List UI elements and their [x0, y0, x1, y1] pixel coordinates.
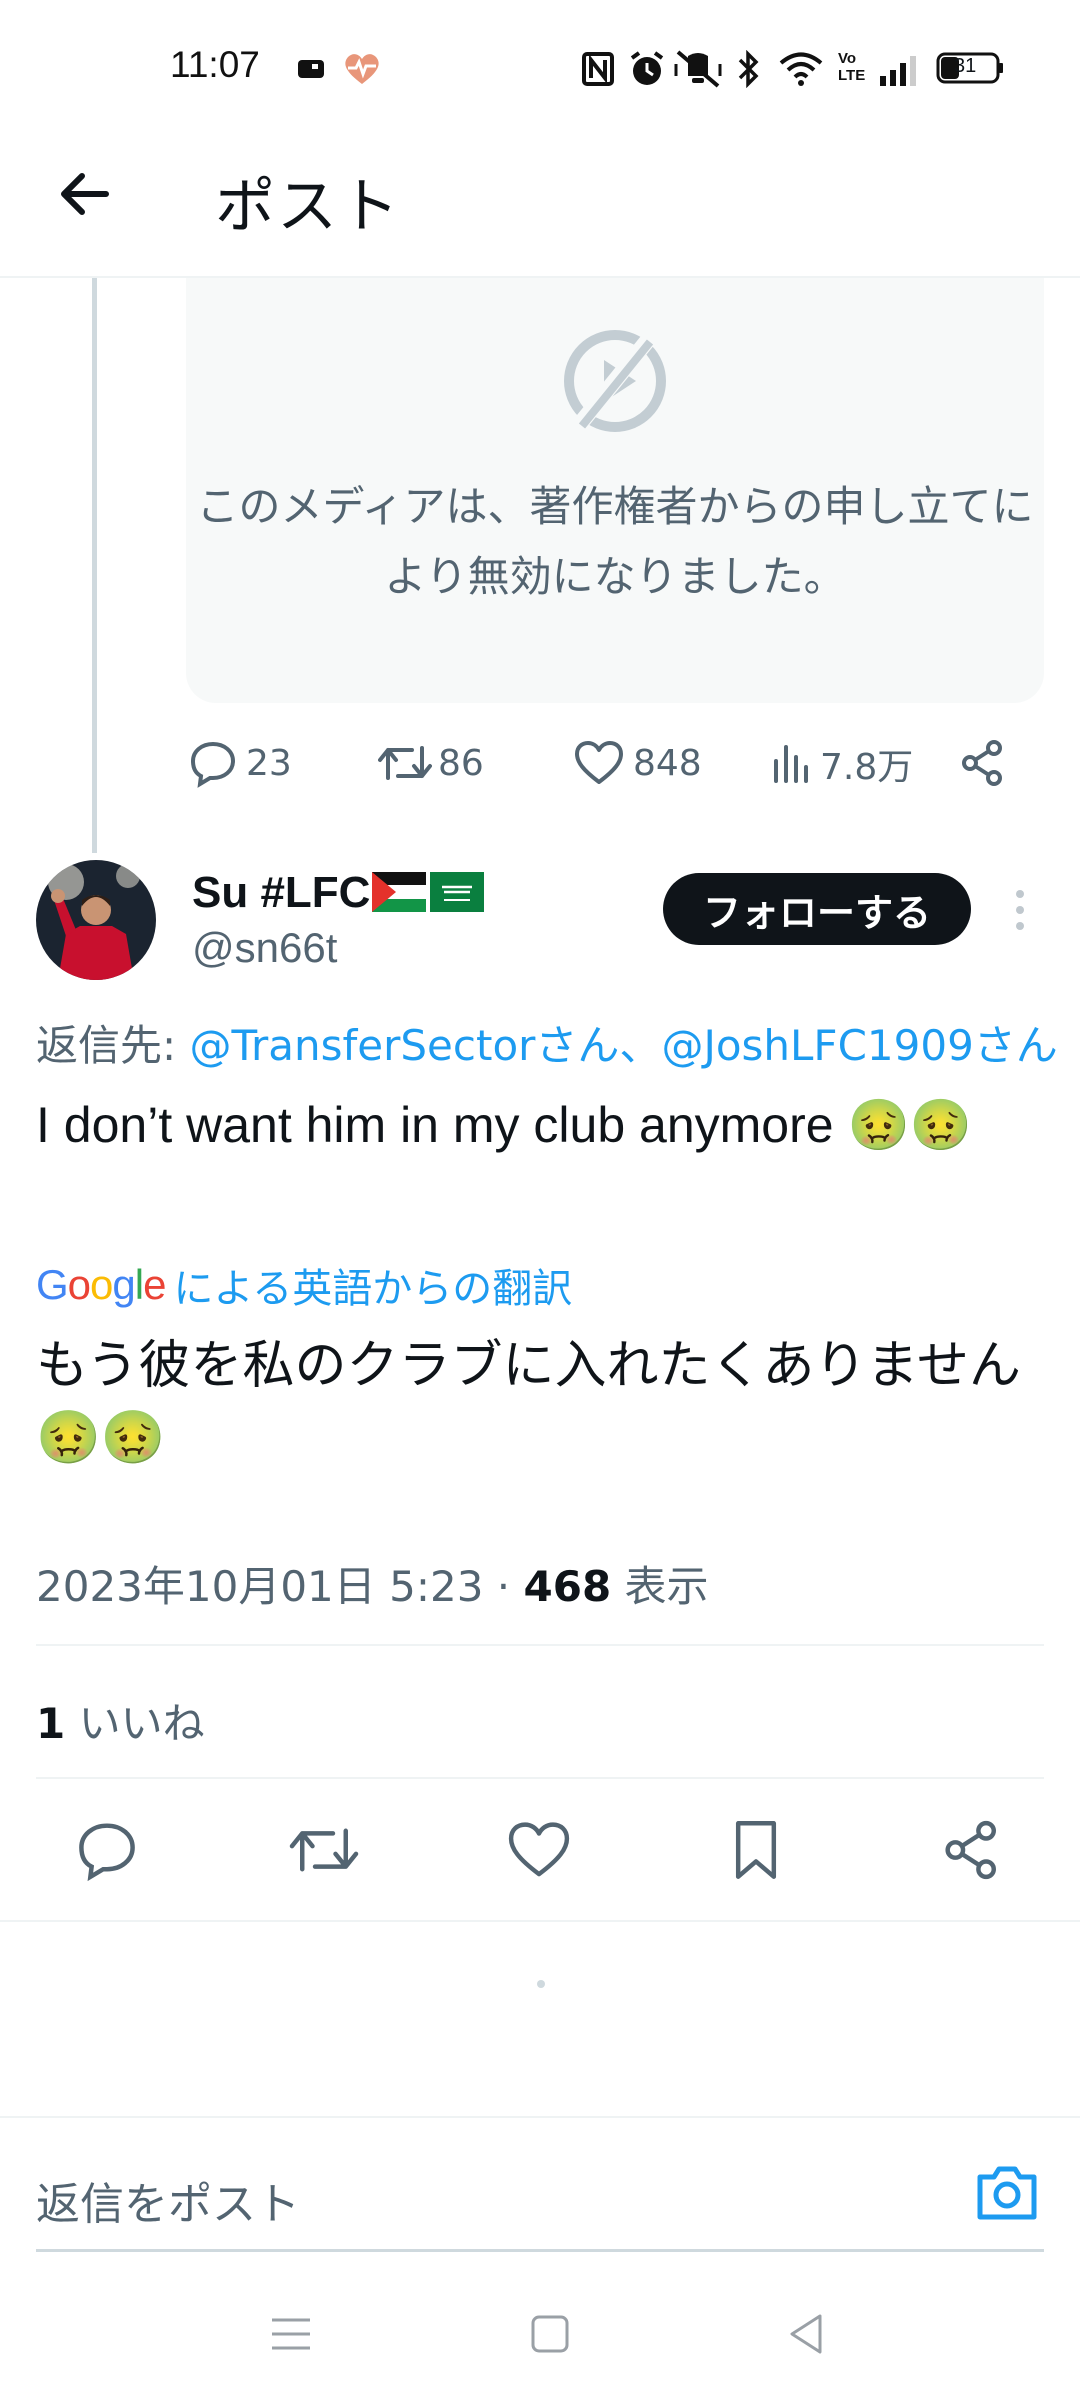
more-options-button[interactable]	[1010, 888, 1030, 932]
share-button-quoted[interactable]	[958, 738, 1008, 788]
saudi-flag-icon	[430, 872, 484, 912]
translation-label: による英語からの翻訳	[173, 1266, 573, 1312]
mention-link[interactable]: @JoshLFC1909さん	[661, 1021, 1057, 1070]
stat-retweets[interactable]: 86	[378, 738, 484, 788]
loading-indicator	[537, 1980, 545, 1988]
nav-menu-button[interactable]	[270, 2316, 312, 2352]
more-vertical-icon	[1016, 890, 1024, 930]
alarm-icon	[628, 50, 666, 88]
avatar[interactable]	[36, 860, 156, 980]
back-button[interactable]	[54, 164, 114, 224]
signal-icon	[878, 54, 918, 86]
likes-summary[interactable]: 1 いいね	[36, 1690, 205, 1751]
media-disabled-icon	[562, 328, 668, 434]
nav-back-button[interactable]	[786, 2312, 826, 2356]
share-button[interactable]	[940, 1818, 1004, 1882]
heart-icon	[508, 1822, 570, 1877]
reply-icon	[190, 741, 236, 788]
stat-replies[interactable]: 23	[188, 738, 292, 788]
nfc-icon	[582, 52, 614, 86]
notification-icon	[297, 58, 325, 80]
follow-button[interactable]: フォローする	[663, 873, 971, 945]
share-icon	[945, 1820, 996, 1880]
battery-level: 31	[954, 55, 977, 77]
battery-icon: 31	[936, 52, 1003, 84]
composer-divider	[0, 2116, 1080, 2118]
status-time: 11:07	[170, 44, 260, 85]
author-name[interactable]: Su #LFC	[192, 868, 370, 918]
back-triangle-icon	[790, 2314, 822, 2354]
vibrate-off-icon	[674, 50, 722, 88]
divider	[0, 1920, 1080, 1922]
reply-input-underline	[36, 2249, 1044, 2252]
menu-icon	[272, 2318, 310, 2350]
views-count: 7.8万	[820, 747, 914, 788]
author-handle: @sn66t	[192, 924, 338, 971]
translation-toggle[interactable]: Google による英語からの翻訳	[36, 1256, 572, 1314]
thread-line	[92, 278, 97, 853]
camera-icon	[977, 2166, 1037, 2220]
heart-icon	[575, 741, 623, 784]
reply-to-prefix: 返信先:	[36, 1021, 190, 1070]
mention-separator: 、	[619, 1021, 662, 1070]
retweet-icon	[378, 746, 432, 780]
retweet-icon	[289, 1828, 359, 1872]
reply-to-line: 返信先: @TransferSectorさん、@JoshLFC1909さん	[36, 1012, 1058, 1073]
volte-icon: Vo LTE	[838, 50, 866, 84]
camera-button[interactable]	[976, 2163, 1038, 2221]
translated-text: もう彼を私のクラブに入れたくありません🤢🤢	[36, 1336, 1021, 1468]
health-icon	[342, 50, 382, 86]
media-disabled-message: このメディアは、著作権者からの申し立てにより無効になりました。	[196, 482, 1034, 601]
tweet-views-label: 表示	[611, 1562, 709, 1611]
share-icon	[962, 740, 1002, 786]
nav-home-button[interactable]	[530, 2314, 570, 2354]
views-icon	[774, 745, 808, 783]
back-arrow-icon	[61, 173, 109, 215]
like-button[interactable]	[506, 1818, 572, 1882]
bluetooth-icon	[736, 50, 762, 88]
palestine-flag-icon	[372, 872, 426, 912]
divider	[36, 1777, 1044, 1779]
retweet-button[interactable]	[289, 1818, 359, 1882]
stat-views[interactable]: 7.8万	[770, 738, 913, 790]
google-logo: Google	[36, 1261, 166, 1308]
tweet-date: 2023年10月01日 5:23 ·	[36, 1562, 524, 1611]
bookmark-icon	[735, 1821, 777, 1879]
likes-summary-count: 1	[36, 1699, 66, 1748]
bookmark-button[interactable]	[728, 1818, 784, 1882]
page-title: ポスト	[215, 172, 401, 242]
replies-count: 23	[246, 742, 292, 784]
home-square-icon	[531, 2315, 569, 2353]
mention-link[interactable]: @TransferSectorさん	[190, 1021, 620, 1070]
divider	[36, 1644, 1044, 1646]
tweet-view-count: 468	[523, 1562, 612, 1611]
reply-icon	[79, 1823, 135, 1882]
tweet-meta: 2023年10月01日 5:23 · 468 表示	[36, 1553, 709, 1614]
author-name-text: Su #LFC	[192, 868, 371, 917]
stat-likes[interactable]: 848	[573, 738, 702, 788]
likes-summary-label: いいね	[65, 1699, 205, 1748]
retweets-count: 86	[438, 742, 484, 784]
tweet-text: I don’t want him in my club anymore 🤢🤢	[36, 1097, 972, 1153]
likes-count: 848	[633, 742, 702, 784]
wifi-icon	[778, 50, 824, 88]
reply-input[interactable]: 返信をポスト	[36, 2168, 300, 2232]
reply-button[interactable]	[75, 1818, 139, 1882]
